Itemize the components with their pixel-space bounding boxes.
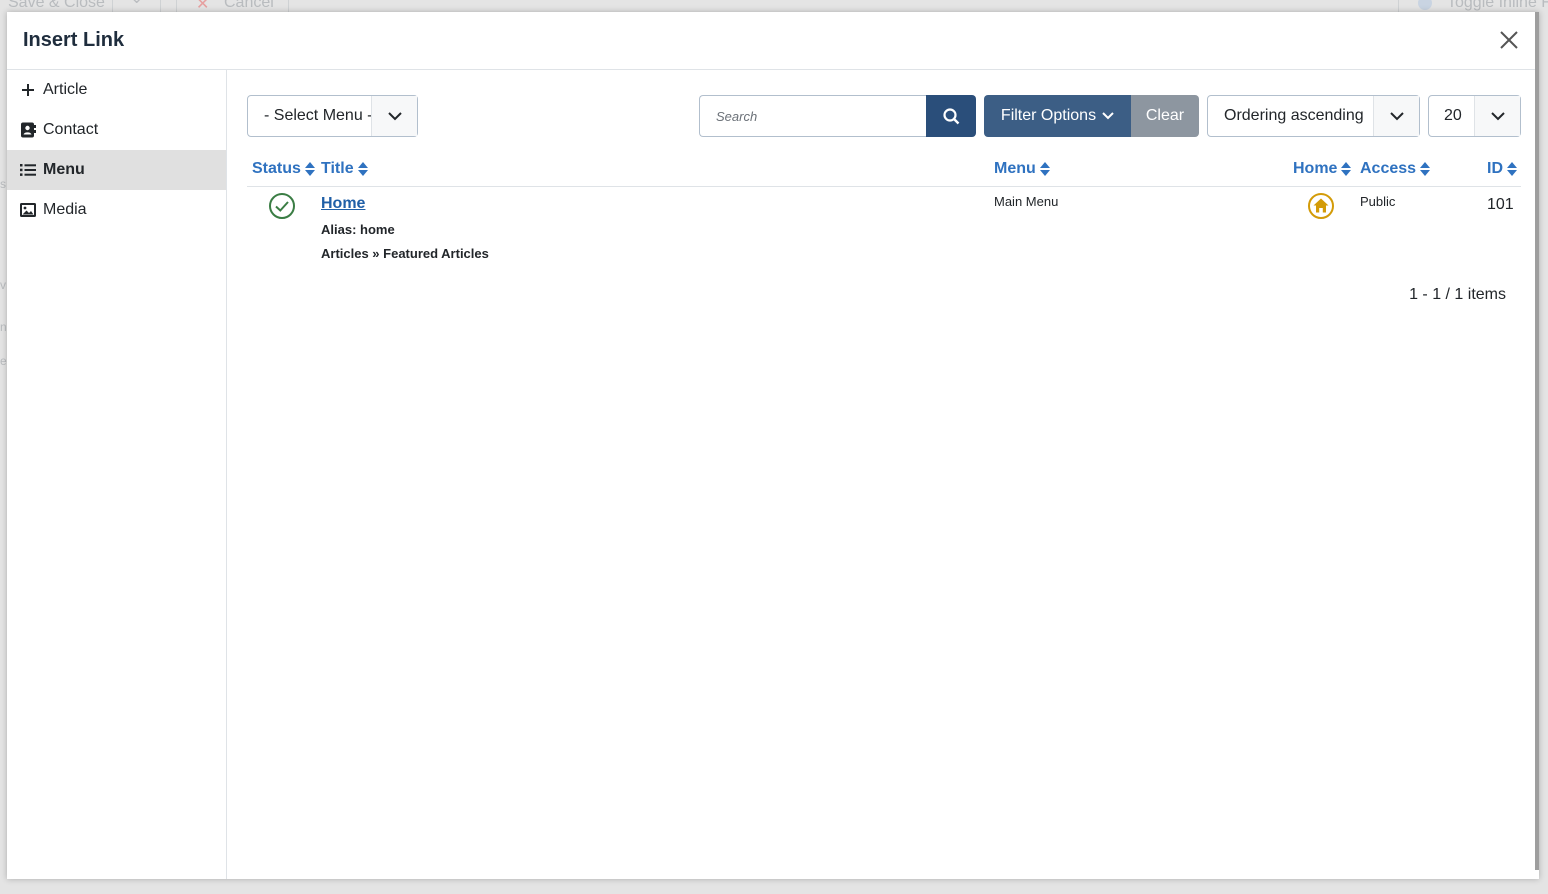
column-header-label: Menu (994, 160, 1036, 177)
item-alias: Alias: home (321, 222, 395, 237)
ordering-select[interactable]: Ordering ascending (1207, 95, 1420, 137)
filter-options-label: Filter Options (1000, 107, 1097, 124)
item-menu: Main Menu (994, 194, 1059, 209)
search-input[interactable] (699, 95, 927, 137)
sidebar-item-article[interactable]: Article (7, 70, 226, 110)
table-header: Status Title Menu Home Access ID (247, 158, 1521, 187)
item-id: 101 (1487, 196, 1514, 213)
clear-button[interactable]: Clear (1131, 95, 1199, 137)
insert-link-modal: Insert Link Article Contact Menu Media -… (7, 12, 1539, 879)
modal-body: Article Contact Menu Media - Select Menu… (7, 70, 1539, 879)
plus-icon (19, 81, 37, 99)
published-check-icon[interactable] (268, 192, 296, 220)
scrollbar-thumb[interactable] (1535, 12, 1539, 870)
bg-separator (176, 0, 177, 12)
list-icon (19, 161, 37, 179)
bg-save-close-button: Save & Close (8, 0, 105, 11)
item-link-path: Articles » Featured Articles (321, 246, 489, 261)
column-header-label: ID (1487, 160, 1503, 177)
column-header-home[interactable]: Home (1293, 160, 1352, 178)
item-title-link[interactable]: Home (321, 195, 365, 213)
column-header-label: Title (321, 160, 354, 177)
menu-select-value: - Select Menu - (264, 107, 371, 124)
search-button[interactable] (926, 95, 976, 137)
bg-edge-fragment: s (0, 177, 6, 191)
sidebar-item-label: Article (43, 81, 88, 98)
sort-icon (357, 162, 368, 176)
table-row: Home Alias: home Articles » Featured Art… (247, 188, 1521, 268)
column-header-label: Access (1360, 160, 1417, 177)
bg-toggle-inline-button: Toggle Inline Fields (1447, 0, 1548, 11)
ordering-select-value: Ordering ascending (1224, 107, 1364, 124)
column-header-access[interactable]: Access (1360, 160, 1431, 178)
search-icon (942, 107, 959, 124)
chevron-down-icon (1474, 96, 1520, 136)
chevron-down-icon (1102, 112, 1114, 120)
bg-separator (112, 0, 113, 12)
column-header-menu[interactable]: Menu (994, 160, 1050, 178)
bg-edge-fragment: v (0, 278, 6, 292)
list-limit-select[interactable]: 20 (1428, 95, 1521, 137)
column-header-label: Home (1293, 160, 1338, 177)
sort-icon (1420, 162, 1431, 176)
column-header-label: Status (252, 160, 301, 177)
sidebar-item-media[interactable]: Media (7, 190, 226, 230)
close-icon[interactable] (1497, 28, 1521, 52)
bg-help-icon (1418, 0, 1432, 10)
bg-separator (288, 0, 289, 12)
menu-select[interactable]: - Select Menu - (247, 95, 418, 137)
sidebar-item-label: Contact (43, 121, 99, 138)
modal-title: Insert Link (23, 29, 125, 51)
sidebar-item-label: Menu (43, 161, 85, 178)
list-limit-value: 20 (1444, 107, 1462, 124)
column-header-status[interactable]: Status (252, 160, 315, 178)
bg-chevron-down-icon: ⌄ (130, 0, 143, 8)
chevron-down-icon (371, 96, 417, 136)
sort-icon (304, 162, 315, 176)
column-header-id[interactable]: ID (1487, 160, 1517, 178)
scrollbar[interactable] (1535, 12, 1539, 870)
item-access: Public (1360, 194, 1396, 209)
background-toolbar: Save & Close ⌄ ✕ Cancel Toggle Inline Fi… (0, 0, 1548, 12)
bg-separator (1398, 0, 1399, 12)
bg-edge-fragment: e (0, 354, 7, 368)
main-content: - Select Menu - Filter Options Clear Ord… (227, 70, 1539, 879)
link-type-sidebar: Article Contact Menu Media (7, 70, 227, 879)
bg-separator (160, 0, 161, 12)
image-icon (19, 201, 37, 219)
filter-options-button[interactable]: Filter Options (984, 95, 1131, 137)
sidebar-item-menu[interactable]: Menu (7, 150, 226, 190)
chevron-down-icon (1373, 96, 1419, 136)
bg-edge-fragment: n (0, 320, 7, 334)
modal-header: Insert Link (7, 12, 1539, 70)
contact-card-icon (19, 121, 37, 139)
sort-icon (1039, 162, 1050, 176)
sidebar-item-contact[interactable]: Contact (7, 110, 226, 150)
pagination-summary: 1 - 1 / 1 items (1409, 286, 1506, 303)
sidebar-item-label: Media (43, 201, 87, 218)
sort-icon (1341, 162, 1352, 176)
sort-icon (1507, 162, 1517, 176)
bg-cancel-icon: ✕ (196, 0, 210, 12)
column-header-title[interactable]: Title (321, 160, 368, 178)
home-icon (1307, 192, 1335, 220)
bg-cancel-button: Cancel (224, 0, 274, 11)
